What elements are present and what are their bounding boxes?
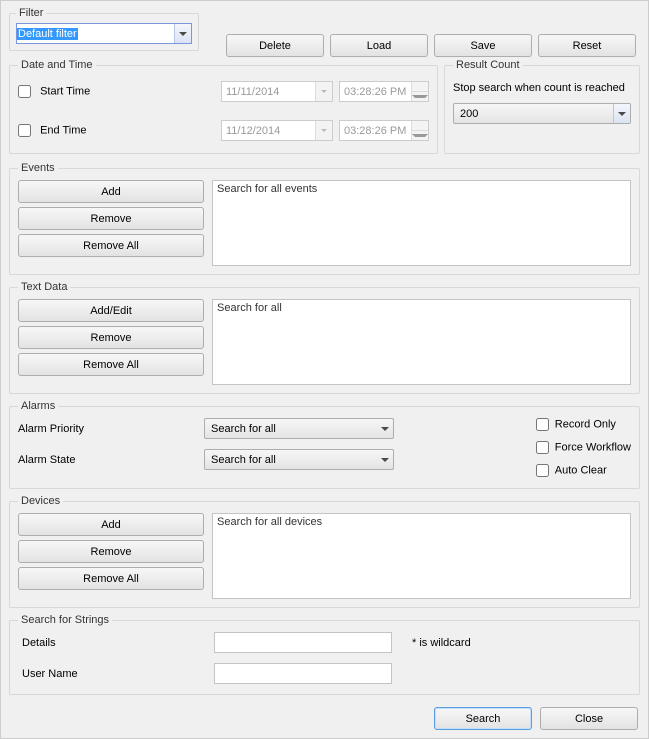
alarm-state-combo[interactable]: Search for all — [204, 449, 394, 470]
footer-buttons: Search Close — [434, 707, 638, 730]
filter-group: Filter Default filter — [9, 7, 199, 51]
textdata-remove-button[interactable]: Remove — [18, 326, 204, 349]
start-time-label: Start Time — [40, 85, 90, 97]
result-count-group: Result Count Stop search when count is r… — [444, 59, 640, 154]
events-list[interactable]: Search for all events — [212, 180, 631, 266]
date-time-legend: Date and Time — [18, 59, 96, 71]
events-remove-button[interactable]: Remove — [18, 207, 204, 230]
filter-legend: Filter — [16, 7, 46, 19]
devices-add-button[interactable]: Add — [18, 513, 204, 536]
devices-group: Devices Add Remove Remove All Search for… — [9, 495, 640, 608]
user-name-label: User Name — [18, 668, 108, 680]
chevron-down-icon[interactable] — [174, 24, 191, 43]
devices-remove-all-button[interactable]: Remove All — [18, 567, 204, 590]
date-time-group: Date and Time Start Time 11/11/2014 03:2… — [9, 59, 438, 154]
alarm-priority-label: Alarm Priority — [18, 423, 204, 435]
end-time-checkbox[interactable] — [18, 124, 31, 137]
user-name-input[interactable] — [214, 663, 392, 684]
details-label: Details — [18, 637, 108, 649]
chevron-down-icon[interactable] — [613, 104, 630, 123]
text-data-legend: Text Data — [18, 281, 70, 293]
filter-combo-value: Default filter — [17, 28, 78, 40]
save-button[interactable]: Save — [434, 34, 532, 57]
details-input[interactable] — [214, 632, 392, 653]
events-legend: Events — [18, 162, 58, 174]
alarm-priority-combo[interactable]: Search for all — [204, 418, 394, 439]
auto-clear-check[interactable]: Auto Clear — [536, 464, 631, 477]
events-add-button[interactable]: Add — [18, 180, 204, 203]
top-row: Filter Default filter Delete Load Save R… — [9, 7, 640, 57]
start-time-row: Start Time 11/11/2014 03:28:26 PM — [18, 81, 429, 102]
alarm-state-label: Alarm State — [18, 454, 204, 466]
chevron-down-icon[interactable] — [376, 419, 393, 438]
devices-remove-button[interactable]: Remove — [18, 540, 204, 563]
list-item: Search for all events — [217, 183, 317, 195]
spinner-icon — [411, 82, 428, 101]
result-count-legend: Result Count — [453, 59, 523, 71]
text-data-group: Text Data Add/Edit Remove Remove All Sea… — [9, 281, 640, 394]
search-strings-group: Search for Strings Details * is wildcard… — [9, 614, 640, 695]
search-button[interactable]: Search — [434, 707, 532, 730]
end-time-row: End Time 11/12/2014 03:28:26 PM — [18, 120, 429, 141]
load-button[interactable]: Load — [330, 34, 428, 57]
datetime-resultcount-row: Date and Time Start Time 11/11/2014 03:2… — [9, 57, 640, 160]
delete-button[interactable]: Delete — [226, 34, 324, 57]
start-time-input[interactable]: 03:28:26 PM — [339, 81, 429, 102]
chevron-down-icon[interactable] — [376, 450, 393, 469]
search-strings-legend: Search for Strings — [18, 614, 112, 626]
start-time-checkbox[interactable] — [18, 85, 31, 98]
result-count-combo[interactable]: 200 — [453, 103, 631, 124]
alarms-group: Alarms Alarm Priority Search for all Ala… — [9, 400, 640, 489]
devices-list[interactable]: Search for all devices — [212, 513, 631, 599]
force-workflow-check[interactable]: Force Workflow — [536, 441, 631, 454]
end-time-input[interactable]: 03:28:26 PM — [339, 120, 429, 141]
record-only-check[interactable]: Record Only — [536, 418, 631, 431]
start-date-input[interactable]: 11/11/2014 — [221, 81, 333, 102]
search-dialog: Filter Default filter Delete Load Save R… — [0, 0, 649, 739]
list-item: Search for all devices — [217, 516, 322, 528]
events-group: Events Add Remove Remove All Search for … — [9, 162, 640, 275]
filter-combo[interactable]: Default filter — [16, 23, 192, 44]
result-count-desc: Stop search when count is reached — [453, 77, 631, 103]
list-item: Search for all — [217, 302, 282, 314]
chevron-down-icon — [315, 121, 332, 140]
end-date-input[interactable]: 11/12/2014 — [221, 120, 333, 141]
textdata-addedit-button[interactable]: Add/Edit — [18, 299, 204, 322]
reset-button[interactable]: Reset — [538, 34, 636, 57]
text-data-list[interactable]: Search for all — [212, 299, 631, 385]
chevron-down-icon — [315, 82, 332, 101]
events-remove-all-button[interactable]: Remove All — [18, 234, 204, 257]
devices-legend: Devices — [18, 495, 63, 507]
alarms-legend: Alarms — [18, 400, 58, 412]
spinner-icon — [411, 121, 428, 140]
wildcard-hint: * is wildcard — [412, 637, 471, 649]
textdata-remove-all-button[interactable]: Remove All — [18, 353, 204, 376]
close-button[interactable]: Close — [540, 707, 638, 730]
end-time-label: End Time — [40, 124, 86, 136]
